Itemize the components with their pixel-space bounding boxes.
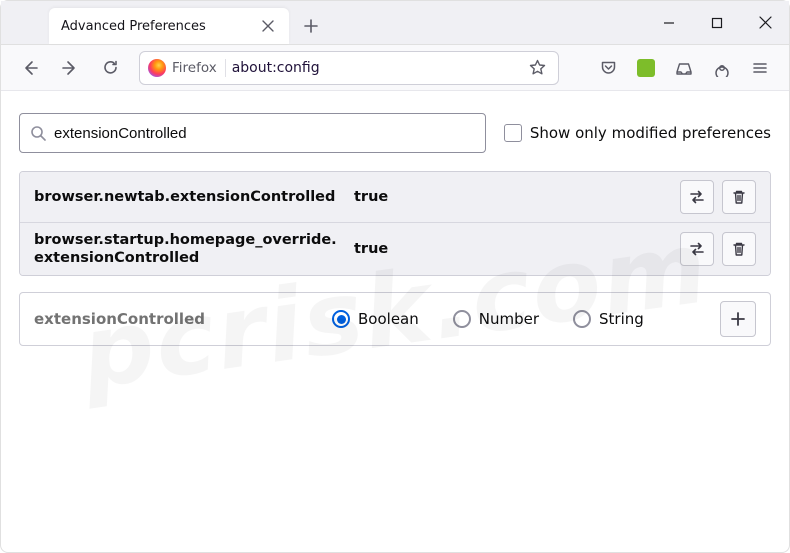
toggle-button[interactable] — [680, 180, 714, 214]
pref-row: browser.newtab.extensionControlled true — [20, 172, 770, 223]
prefs-table: browser.newtab.extensionControlled true … — [19, 171, 771, 276]
radio-icon — [332, 310, 350, 328]
radio-label: String — [599, 310, 644, 328]
pref-row: browser.startup.homepage_override.extens… — [20, 223, 770, 275]
search-icon — [30, 125, 46, 141]
close-icon — [759, 16, 772, 29]
show-modified-label: Show only modified preferences — [530, 124, 771, 142]
plus-icon — [730, 311, 746, 327]
tab-close-button[interactable] — [259, 17, 277, 35]
minimize-icon — [663, 17, 675, 29]
radio-number[interactable]: Number — [453, 310, 539, 328]
forward-button[interactable] — [53, 51, 87, 85]
account-icon — [713, 59, 731, 77]
pocket-icon — [600, 59, 617, 76]
about-config-content: Show only modified preferences browser.n… — [1, 91, 789, 368]
trash-icon — [731, 241, 747, 257]
window-close-button[interactable] — [741, 1, 789, 45]
window-minimize-button[interactable] — [645, 1, 693, 45]
toggle-icon — [688, 240, 706, 258]
account-button[interactable] — [705, 51, 739, 85]
search-input[interactable] — [54, 125, 475, 142]
reload-icon — [102, 59, 119, 76]
arrow-left-icon — [21, 59, 39, 77]
toggle-icon — [688, 188, 706, 206]
pocket-button[interactable] — [591, 51, 625, 85]
new-tab-button[interactable] — [295, 10, 327, 42]
type-radio-group: Boolean Number String — [332, 310, 644, 328]
radio-label: Boolean — [358, 310, 419, 328]
star-icon — [529, 59, 546, 76]
hamburger-icon — [752, 60, 768, 76]
pref-value: true — [354, 241, 670, 257]
radio-boolean[interactable]: Boolean — [332, 310, 419, 328]
toolbar-right-icons — [591, 51, 777, 85]
radio-label: Number — [479, 310, 539, 328]
identity-box[interactable]: Firefox — [148, 59, 226, 77]
pref-name: browser.startup.homepage_override.extens… — [34, 231, 344, 267]
radio-icon — [453, 310, 471, 328]
show-modified-checkbox[interactable]: Show only modified preferences — [504, 124, 771, 142]
url-bar[interactable]: Firefox about:config — [139, 51, 559, 85]
identity-label: Firefox — [172, 60, 217, 76]
back-button[interactable] — [13, 51, 47, 85]
bookmark-button[interactable] — [524, 59, 550, 76]
tab-advanced-preferences[interactable]: Advanced Preferences — [49, 8, 289, 44]
tab-title: Advanced Preferences — [61, 19, 251, 34]
inbox-icon — [675, 59, 693, 77]
close-icon — [262, 20, 274, 32]
reload-button[interactable] — [93, 51, 127, 85]
toggle-button[interactable] — [680, 232, 714, 266]
maximize-icon — [711, 17, 723, 29]
inbox-button[interactable] — [667, 51, 701, 85]
pref-value: true — [354, 189, 670, 205]
arrow-right-icon — [61, 59, 79, 77]
checkbox-icon — [504, 124, 522, 142]
extension-button[interactable] — [629, 51, 663, 85]
radio-string[interactable]: String — [573, 310, 644, 328]
tabs-region: Advanced Preferences — [1, 1, 645, 44]
app-menu-button[interactable] — [743, 51, 777, 85]
new-pref-row: extensionControlled Boolean Number Strin… — [19, 292, 771, 346]
window-maximize-button[interactable] — [693, 1, 741, 45]
pref-name: browser.newtab.extensionControlled — [34, 188, 344, 206]
titlebar: Advanced Preferences — [1, 1, 789, 45]
trash-icon — [731, 189, 747, 205]
pref-row-actions — [680, 180, 756, 214]
search-row: Show only modified preferences — [19, 113, 771, 153]
url-text[interactable]: about:config — [232, 60, 518, 76]
new-pref-name: extensionControlled — [34, 310, 314, 328]
search-box[interactable] — [19, 113, 486, 153]
firefox-logo-icon — [148, 59, 166, 77]
extension-icon — [637, 59, 655, 77]
delete-button[interactable] — [722, 180, 756, 214]
pref-row-actions — [680, 232, 756, 266]
delete-button[interactable] — [722, 232, 756, 266]
add-pref-button[interactable] — [720, 301, 756, 337]
window-controls — [645, 1, 789, 44]
radio-icon — [573, 310, 591, 328]
plus-icon — [304, 19, 318, 33]
navigation-toolbar: Firefox about:config — [1, 45, 789, 91]
